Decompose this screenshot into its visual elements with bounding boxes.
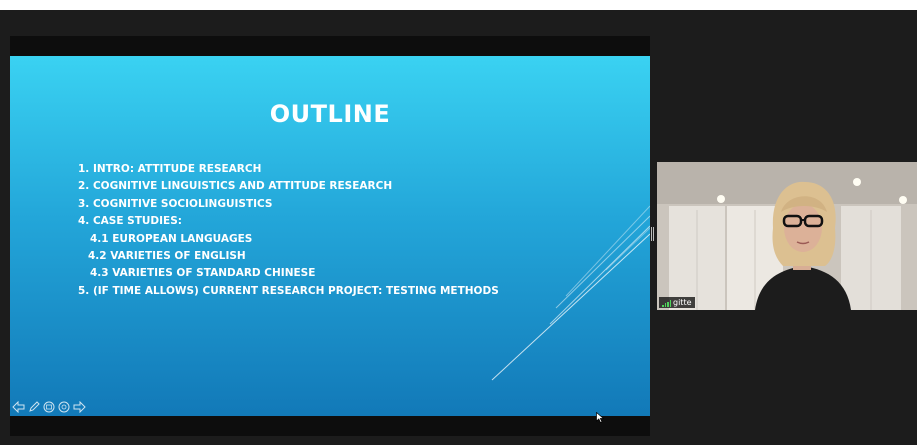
participant-name-tag: gitte	[659, 297, 695, 308]
slide-nav-controls	[12, 401, 86, 413]
zoom-icon[interactable]	[58, 401, 70, 413]
signal-bars-icon	[662, 300, 671, 307]
next-arrow-icon[interactable]	[73, 401, 86, 413]
top-strip	[0, 0, 917, 10]
pen-icon[interactable]	[28, 401, 40, 413]
mouse-cursor-icon	[596, 408, 605, 427]
participant-name: gitte	[673, 298, 692, 307]
participant-video[interactable]: gitte	[657, 162, 917, 310]
video-feed	[657, 162, 917, 310]
prev-arrow-icon[interactable]	[12, 401, 25, 413]
slides-icon[interactable]	[43, 401, 55, 413]
decorative-lines	[491, 205, 650, 381]
presentation-slide: OUTLINE 1. INTRO: ATTITUDE RESEARCH 2. C…	[10, 56, 650, 416]
panel-resize-handle[interactable]	[651, 227, 654, 241]
